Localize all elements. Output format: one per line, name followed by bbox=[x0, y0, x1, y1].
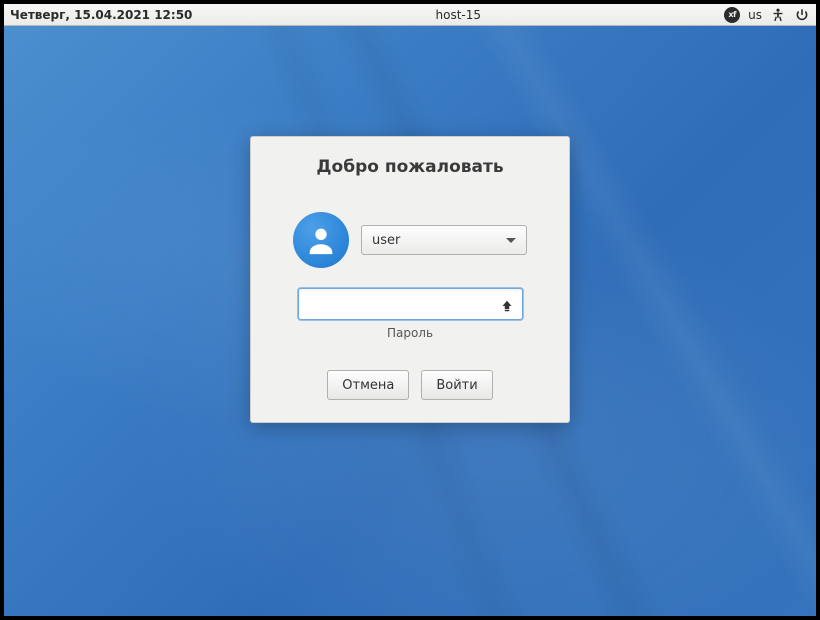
top-panel: Четверг, 15.04.2021 12:50 host-15 xf us bbox=[4, 4, 816, 26]
login-panel: Добро пожаловать user bbox=[250, 136, 570, 423]
caps-lock-icon bbox=[501, 297, 515, 311]
user-select-dropdown[interactable]: user bbox=[361, 225, 527, 255]
login-button[interactable]: Войти bbox=[421, 370, 492, 400]
cancel-button[interactable]: Отмена bbox=[327, 370, 409, 400]
welcome-title: Добро пожаловать bbox=[273, 157, 547, 177]
power-icon[interactable] bbox=[794, 7, 810, 23]
password-label: Пароль bbox=[273, 326, 547, 340]
password-field-wrap bbox=[298, 288, 523, 320]
chevron-down-icon bbox=[506, 238, 516, 243]
keyboard-layout-indicator[interactable]: us bbox=[748, 8, 762, 22]
clock-datetime[interactable]: Четверг, 15.04.2021 12:50 bbox=[10, 8, 192, 22]
user-avatar-icon bbox=[293, 212, 349, 268]
hostname-label: host-15 bbox=[192, 8, 724, 22]
xf-badge-icon[interactable]: xf bbox=[724, 7, 740, 23]
accessibility-icon[interactable] bbox=[770, 7, 786, 23]
password-input[interactable] bbox=[298, 288, 523, 320]
selected-user-label: user bbox=[372, 233, 400, 248]
desktop-background: Добро пожаловать user bbox=[4, 26, 816, 616]
